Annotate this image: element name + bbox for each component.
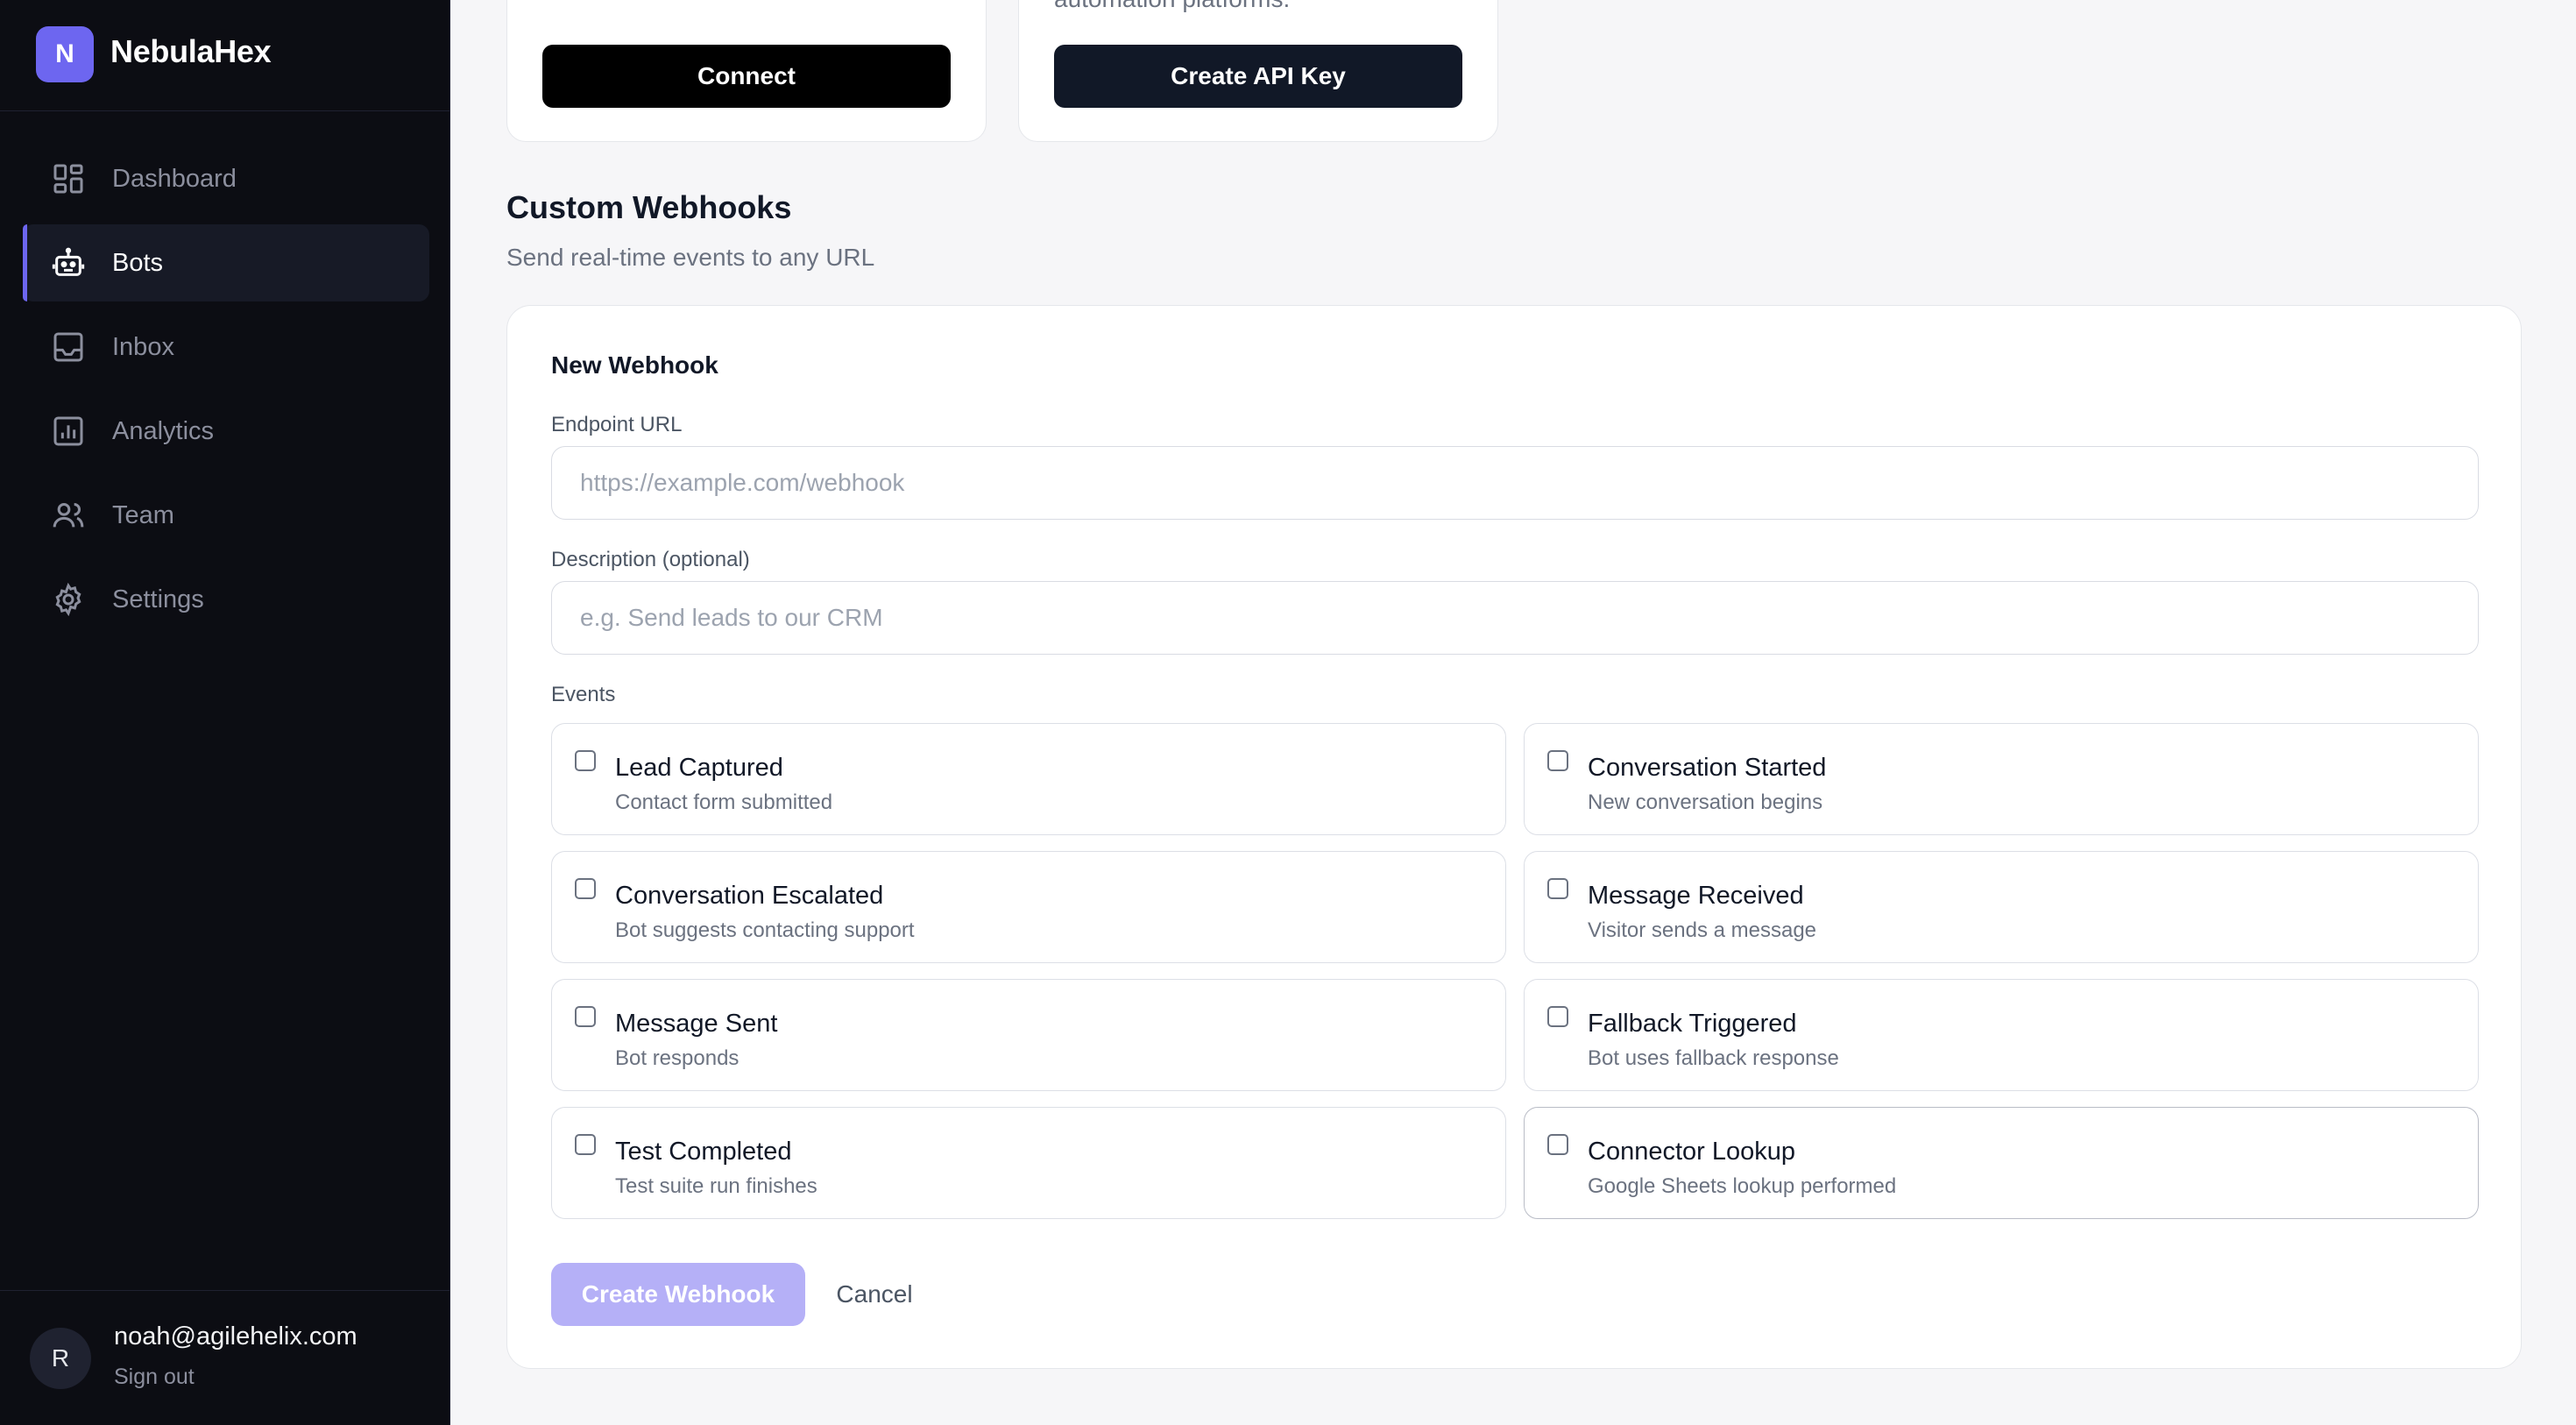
event-title: Conversation Escalated	[615, 882, 884, 910]
section-subtitle: Send real-time events to any URL	[506, 244, 875, 271]
endpoint-url-label: Endpoint URL	[551, 413, 683, 436]
event-option-conversation-escalated[interactable]: Conversation Escalated Bot suggests cont…	[551, 851, 1506, 963]
brand-name[interactable]: NebulaHex	[110, 33, 272, 70]
sidebar-item-dashboard[interactable]: Dashboard	[23, 140, 429, 217]
sidebar-item-label: Dashboard	[112, 164, 237, 193]
event-checkbox[interactable]	[575, 750, 596, 771]
sidebar-item-label: Analytics	[112, 416, 215, 445]
sidebar-item-bots[interactable]: Bots	[23, 224, 429, 301]
event-checkbox[interactable]	[575, 878, 596, 899]
sidebar-item-label: Settings	[112, 585, 204, 613]
event-option-connector-lookup[interactable]: Connector Lookup Google Sheets lookup pe…	[1524, 1107, 2479, 1219]
event-description: Bot uses fallback response	[1588, 1046, 1839, 1070]
event-description: Visitor sends a message	[1588, 918, 1817, 942]
event-option-conversation-started[interactable]: Conversation Started New conversation be…	[1524, 723, 2479, 835]
sidebar-item-team[interactable]: Team	[23, 477, 429, 554]
event-title: Conversation Started	[1588, 754, 1827, 782]
analytics-icon	[51, 414, 86, 449]
api-integration-card: automation platforms. Create API Key	[1018, 0, 1498, 142]
sign-out-link[interactable]: Sign out	[114, 1365, 195, 1390]
team-icon	[51, 498, 86, 533]
new-webhook-form: New Webhook Endpoint URL Description (op…	[506, 305, 2522, 1369]
event-title: Message Sent	[615, 1010, 778, 1038]
event-option-message-received[interactable]: Message Received Visitor sends a message	[1524, 851, 2479, 963]
event-description: Google Sheets lookup performed	[1588, 1174, 1897, 1198]
cancel-button[interactable]: Cancel	[817, 1263, 931, 1326]
inbox-icon	[51, 330, 86, 365]
events-grid: Lead Captured Contact form submitted Con…	[551, 723, 2479, 1219]
event-description: Contact form submitted	[615, 790, 833, 814]
event-checkbox[interactable]	[575, 1006, 596, 1027]
event-checkbox[interactable]	[575, 1134, 596, 1155]
event-title: Connector Lookup	[1588, 1138, 1795, 1166]
brand-header: N NebulaHex	[0, 0, 450, 111]
card-description: automation platforms.	[1054, 0, 1290, 15]
user-email: noah@agilehelix.com	[114, 1322, 357, 1351]
events-label: Events	[551, 683, 616, 706]
event-description: Bot suggests contacting support	[615, 918, 915, 942]
description-label: Description (optional)	[551, 548, 750, 571]
sidebar-item-label: Team	[112, 500, 174, 529]
integration-card: Connect	[506, 0, 987, 142]
sidebar-item-settings[interactable]: Settings	[23, 561, 429, 638]
sidebar-item-inbox[interactable]: Inbox	[23, 308, 429, 386]
sidebar: N NebulaHex Dashboard Bots Inbox Analyti…	[0, 0, 450, 1425]
user-profile: R noah@agilehelix.com Sign out	[0, 1290, 450, 1425]
event-description: Test suite run finishes	[615, 1174, 817, 1198]
brand-logo[interactable]: N	[36, 26, 94, 82]
sidebar-item-label: Bots	[112, 248, 164, 277]
event-option-message-sent[interactable]: Message Sent Bot responds	[551, 979, 1506, 1091]
event-checkbox[interactable]	[1547, 1134, 1568, 1155]
bot-icon	[51, 245, 86, 280]
event-checkbox[interactable]	[1547, 878, 1568, 899]
section-title: Custom Webhooks	[506, 189, 792, 225]
sidebar-nav: Dashboard Bots Inbox Analytics Team Sett…	[23, 140, 429, 645]
endpoint-url-input[interactable]	[551, 446, 2479, 520]
create-api-key-button[interactable]: Create API Key	[1054, 45, 1462, 108]
event-checkbox[interactable]	[1547, 1006, 1568, 1027]
event-option-lead-captured[interactable]: Lead Captured Contact form submitted	[551, 723, 1506, 835]
create-webhook-button[interactable]: Create Webhook	[551, 1263, 805, 1326]
description-input[interactable]	[551, 581, 2479, 655]
event-option-test-completed[interactable]: Test Completed Test suite run finishes	[551, 1107, 1506, 1219]
avatar: R	[30, 1328, 91, 1389]
event-title: Fallback Triggered	[1588, 1010, 1797, 1038]
sidebar-item-analytics[interactable]: Analytics	[23, 393, 429, 470]
event-option-fallback-triggered[interactable]: Fallback Triggered Bot uses fallback res…	[1524, 979, 2479, 1091]
event-description: New conversation begins	[1588, 790, 1823, 814]
event-title: Lead Captured	[615, 754, 783, 782]
main-content: Connect automation platforms. Create API…	[450, 0, 2576, 1425]
event-description: Bot responds	[615, 1046, 740, 1070]
connect-button[interactable]: Connect	[542, 45, 951, 108]
form-title: New Webhook	[551, 351, 718, 379]
event-title: Message Received	[1588, 882, 1804, 910]
event-title: Test Completed	[615, 1138, 792, 1166]
event-checkbox[interactable]	[1547, 750, 1568, 771]
dashboard-icon	[51, 161, 86, 196]
gear-icon	[51, 582, 86, 617]
sidebar-item-label: Inbox	[112, 332, 174, 361]
